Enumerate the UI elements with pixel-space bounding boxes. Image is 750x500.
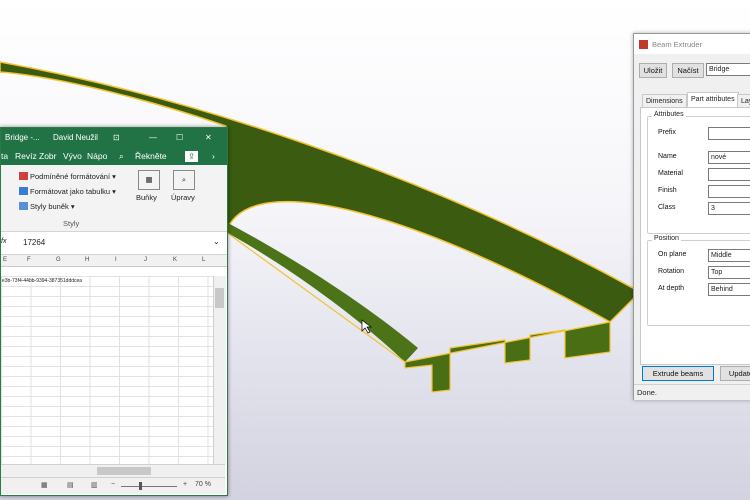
zoom-in-icon[interactable]: + — [183, 481, 187, 488]
column-header-g[interactable]: G — [56, 257, 61, 263]
cells-button[interactable]: Buňky — [136, 193, 157, 202]
table-icon — [19, 187, 28, 195]
page-layout-icon[interactable]: ▤ — [67, 481, 74, 489]
dialog-title: Beam Extruder — [652, 40, 703, 49]
attributes-group-title: Attributes — [652, 111, 686, 118]
class-field[interactable]: 3 — [708, 202, 750, 215]
load-button[interactable]: Načíst — [672, 63, 704, 78]
zoom-slider-handle[interactable] — [139, 482, 142, 490]
fx-icon[interactable]: fx — [1, 238, 6, 245]
column-header-k[interactable]: K — [173, 257, 177, 263]
bridge-girders — [404, 321, 611, 393]
vertical-scrollbar[interactable] — [213, 276, 226, 464]
beam-extruder-dialog[interactable]: Beam Extruder Uložit Načíst Bridge Dimen… — [633, 33, 750, 400]
app-icon — [639, 40, 648, 49]
vertical-scroll-thumb[interactable] — [215, 288, 224, 308]
dialog-title-bar[interactable]: Beam Extruder — [634, 34, 750, 54]
update-button[interactable]: Update — [720, 366, 750, 381]
ribbon: Podmíněné formátování ▾ Formátovat jako … — [1, 165, 227, 232]
deck-edge — [226, 222, 418, 362]
class-label: Class — [658, 204, 676, 211]
tab-data[interactable]: ta — [1, 151, 8, 161]
material-field[interactable] — [708, 168, 750, 181]
ribbon-display-icon[interactable]: ⊡ — [113, 133, 120, 142]
ribbon-scroll-icon[interactable]: › — [212, 151, 215, 161]
position-group-title: Position — [652, 235, 681, 242]
page-break-icon[interactable]: ▥ — [91, 481, 98, 489]
find-icon: ⌕ — [173, 170, 195, 190]
maximize-icon[interactable]: ☐ — [176, 133, 183, 142]
excel-window[interactable]: Bridge -... David Neužil ⊡ — ☐ ✕ ta Reví… — [0, 127, 228, 496]
rotation-select[interactable]: Top — [708, 266, 750, 279]
conditional-formatting-button[interactable]: Podmíněné formátování ▾ — [19, 172, 116, 181]
horizontal-scroll-thumb[interactable] — [97, 467, 151, 475]
at-depth-label: At depth — [658, 285, 685, 292]
tab-view[interactable]: Zobr — [39, 151, 56, 161]
minimize-icon[interactable]: — — [149, 133, 157, 142]
column-header-l[interactable]: L — [202, 257, 205, 263]
column-header-i[interactable]: I — [115, 257, 117, 263]
on-plane-label: On plane — [658, 251, 687, 258]
at-depth-select[interactable]: Behind — [708, 283, 750, 296]
extrude-beams-button[interactable]: Extrude beams — [642, 366, 714, 381]
on-plane-select[interactable]: Middle — [708, 249, 750, 262]
save-button[interactable]: Uložit — [639, 63, 667, 78]
status-text: Done. — [637, 388, 658, 397]
horizontal-scrollbar[interactable] — [1, 464, 225, 478]
column-header-e[interactable]: E — [3, 257, 7, 263]
search-icon[interactable]: ⌕ — [119, 151, 124, 162]
cells-icon: ▦ — [138, 170, 160, 190]
status-bar: ▦ ▤ ▥ − + 70 % — [1, 477, 225, 494]
preset-field[interactable]: Bridge — [706, 63, 750, 76]
prefix-label: Prefix — [658, 129, 676, 136]
name-field[interactable]: nové — [708, 151, 750, 164]
ribbon-tabs: ta Revíz Zobr Vývo Nápo ⌕ Řekněte ⇪ › — [1, 147, 227, 165]
normal-view-icon[interactable]: ▦ — [41, 481, 48, 489]
tell-me[interactable]: Řekněte — [135, 151, 167, 161]
column-header-j[interactable]: J — [144, 257, 147, 263]
cell-grid[interactable]: e3b-73f4-44bb-9394-387351dddcea — [1, 276, 213, 464]
rotation-label: Rotation — [658, 268, 685, 275]
cell-guid[interactable]: e3b-73f4-44bb-9394-387351dddcea — [2, 278, 82, 284]
cell-styles-button[interactable]: Styly buněk ▾ — [19, 202, 75, 211]
formula-bar: fx 17264 ⌄ — [1, 232, 227, 255]
tab-developer[interactable]: Vývo — [63, 151, 82, 161]
styles-group-label: Styly — [63, 219, 80, 228]
zoom-level[interactable]: 70 % — [195, 481, 211, 488]
excel-title-bar[interactable]: Bridge -... David Neužil ⊡ — ☐ ✕ — [1, 128, 227, 147]
tab-review[interactable]: Revíz — [15, 151, 37, 161]
share-icon[interactable]: ⇪ — [185, 151, 199, 162]
format-as-table-button[interactable]: Formátovat jako tabulku ▾ — [19, 187, 116, 196]
finish-field[interactable] — [708, 185, 750, 198]
workbook-title: Bridge -... — [5, 133, 40, 142]
formula-expand-icon[interactable]: ⌄ — [213, 237, 220, 246]
formula-input[interactable]: 17264 — [23, 238, 45, 247]
name-label: Name — [658, 153, 677, 160]
column-headers: E F G H I J K L — [1, 255, 227, 267]
close-icon[interactable]: ✕ — [205, 133, 212, 142]
attributes-group: Attributes Prefix Name nové Material Fin… — [647, 111, 750, 234]
tab-help[interactable]: Nápo — [87, 151, 107, 161]
tab-part-attributes[interactable]: Part attributes — [687, 92, 739, 107]
prefix-field[interactable] — [708, 127, 750, 140]
position-group: Position On plane Middle Rotation Top At… — [647, 235, 750, 326]
column-header-f[interactable]: F — [27, 257, 31, 263]
column-header-h[interactable]: H — [85, 257, 89, 263]
tab-panel: Attributes Prefix Name nové Material Fin… — [640, 107, 750, 365]
zoom-slider[interactable] — [121, 486, 177, 487]
zoom-out-icon[interactable]: − — [111, 481, 115, 488]
material-label: Material — [658, 170, 683, 177]
finish-label: Finish — [658, 187, 677, 194]
user-name: David Neužil — [53, 133, 98, 142]
cell-styles-icon — [19, 202, 28, 210]
conditional-format-icon — [19, 172, 28, 180]
dialog-status-bar: Done. — [634, 384, 750, 400]
editing-button[interactable]: Úpravy — [171, 193, 195, 202]
